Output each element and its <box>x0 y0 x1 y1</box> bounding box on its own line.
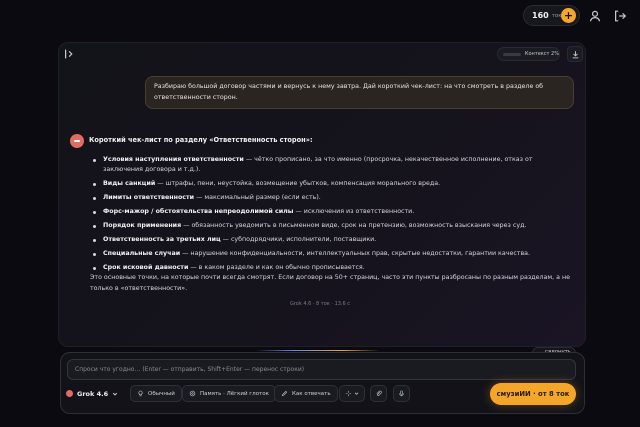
list-item-desc: — субподрядчики, исполнители, поставщики… <box>220 236 377 244</box>
answer-style-button[interactable]: Как отвечать <box>274 385 338 402</box>
tools-dropdown-button[interactable] <box>339 385 365 402</box>
list-item-term: Форс-мажор / обстоятельства непреодолимо… <box>103 208 294 216</box>
user-message: Разбираю большой договор частями и верну… <box>145 76 574 109</box>
token-balance[interactable]: 160 ток + <box>523 5 580 26</box>
list-item: Порядок применения — обязанность уведоми… <box>90 221 560 231</box>
send-button[interactable]: смузиИИ · от 8 ток <box>490 383 576 405</box>
logout-icon[interactable] <box>613 9 627 23</box>
memory-button[interactable]: Память · Лёгкий глоток <box>182 385 276 402</box>
response-meta: Grok 4.6 · 8 ток · 13.6 с <box>289 301 351 307</box>
microphone-icon <box>399 390 404 397</box>
pencil-icon <box>281 390 288 397</box>
list-item-term: Порядок применения <box>103 222 182 230</box>
list-item: Форс-мажор / обстоятельства непреодолимо… <box>90 207 560 217</box>
sparkle-icon <box>345 390 352 397</box>
list-item-term: Ответственность за третьих лиц <box>103 236 221 244</box>
model-label: Grok 4.6 <box>77 389 109 398</box>
answer-checklist: Условия наступления ответственности — чё… <box>90 155 560 277</box>
assistant-avatar <box>70 134 84 148</box>
model-icon <box>66 390 73 397</box>
mode-label: Обычный <box>148 390 175 397</box>
list-item-desc: — штрафы, пени, неустойка, возмещение уб… <box>155 180 441 188</box>
list-item-term: Условия наступления ответственности <box>103 156 244 163</box>
paperclip-icon <box>376 390 382 396</box>
model-selector[interactable]: Grok 4.6 <box>66 385 118 402</box>
list-item-desc: — обязанность уведомить в письменном вид… <box>181 222 527 230</box>
list-item-desc: — в каком разделе и как он обычно пропис… <box>188 264 365 272</box>
attach-button[interactable] <box>370 385 387 402</box>
list-item: Специальные случаи — нарушение конфиденц… <box>90 249 560 259</box>
list-item: Виды санкций — штрафы, пени, неустойка, … <box>90 179 560 189</box>
message-input[interactable] <box>67 359 576 380</box>
list-item: Ответственность за третьих лиц — субподр… <box>90 235 560 245</box>
list-item-desc: — нарушение конфиденциальности, интеллек… <box>180 250 531 258</box>
memory-label: Память · Лёгкий глоток <box>200 390 269 397</box>
token-count: 160 <box>532 11 549 20</box>
lightbulb-icon <box>138 390 143 397</box>
answer-outro: Это основные точки, на которые почти все… <box>90 274 570 292</box>
chevron-down-icon <box>354 392 359 395</box>
answer-title: Короткий чек-лист по разделу «Ответствен… <box>89 136 313 144</box>
list-item-term: Лимиты ответственности <box>103 194 195 202</box>
context-usage-bar <box>503 52 521 56</box>
download-button[interactable] <box>567 46 583 62</box>
context-usage-indicator: Контекст 2% <box>497 47 560 61</box>
list-item: Срок исковой давности — в каком разделе … <box>90 263 560 273</box>
list-item-term: Виды санкций <box>103 180 156 188</box>
list-item-term: Специальные случаи <box>103 250 181 258</box>
add-tokens-button[interactable]: + <box>561 8 576 23</box>
sidebar-toggle-icon[interactable] <box>63 47 77 61</box>
list-item-desc: — максимальный размер (если есть). <box>194 194 321 202</box>
chevron-down-icon <box>112 392 118 396</box>
microphone-button[interactable] <box>393 385 410 402</box>
download-icon <box>572 51 578 59</box>
list-item-term: Срок исковой давности <box>103 264 189 272</box>
composer-glow <box>255 350 380 351</box>
list-item: Лимиты ответственности — максимальный ра… <box>90 193 560 203</box>
top-bar: 160 ток + <box>0 0 640 34</box>
answer-style-label: Как отвечать <box>292 390 331 397</box>
list-item-desc: — исключения из ответственности. <box>293 208 415 216</box>
memory-icon <box>189 390 196 397</box>
mode-button[interactable]: Обычный <box>130 385 182 402</box>
list-item: Условия наступления ответственности — чё… <box>90 155 560 176</box>
context-usage-label: Контекст 2% <box>524 51 559 57</box>
user-icon[interactable] <box>588 9 602 23</box>
